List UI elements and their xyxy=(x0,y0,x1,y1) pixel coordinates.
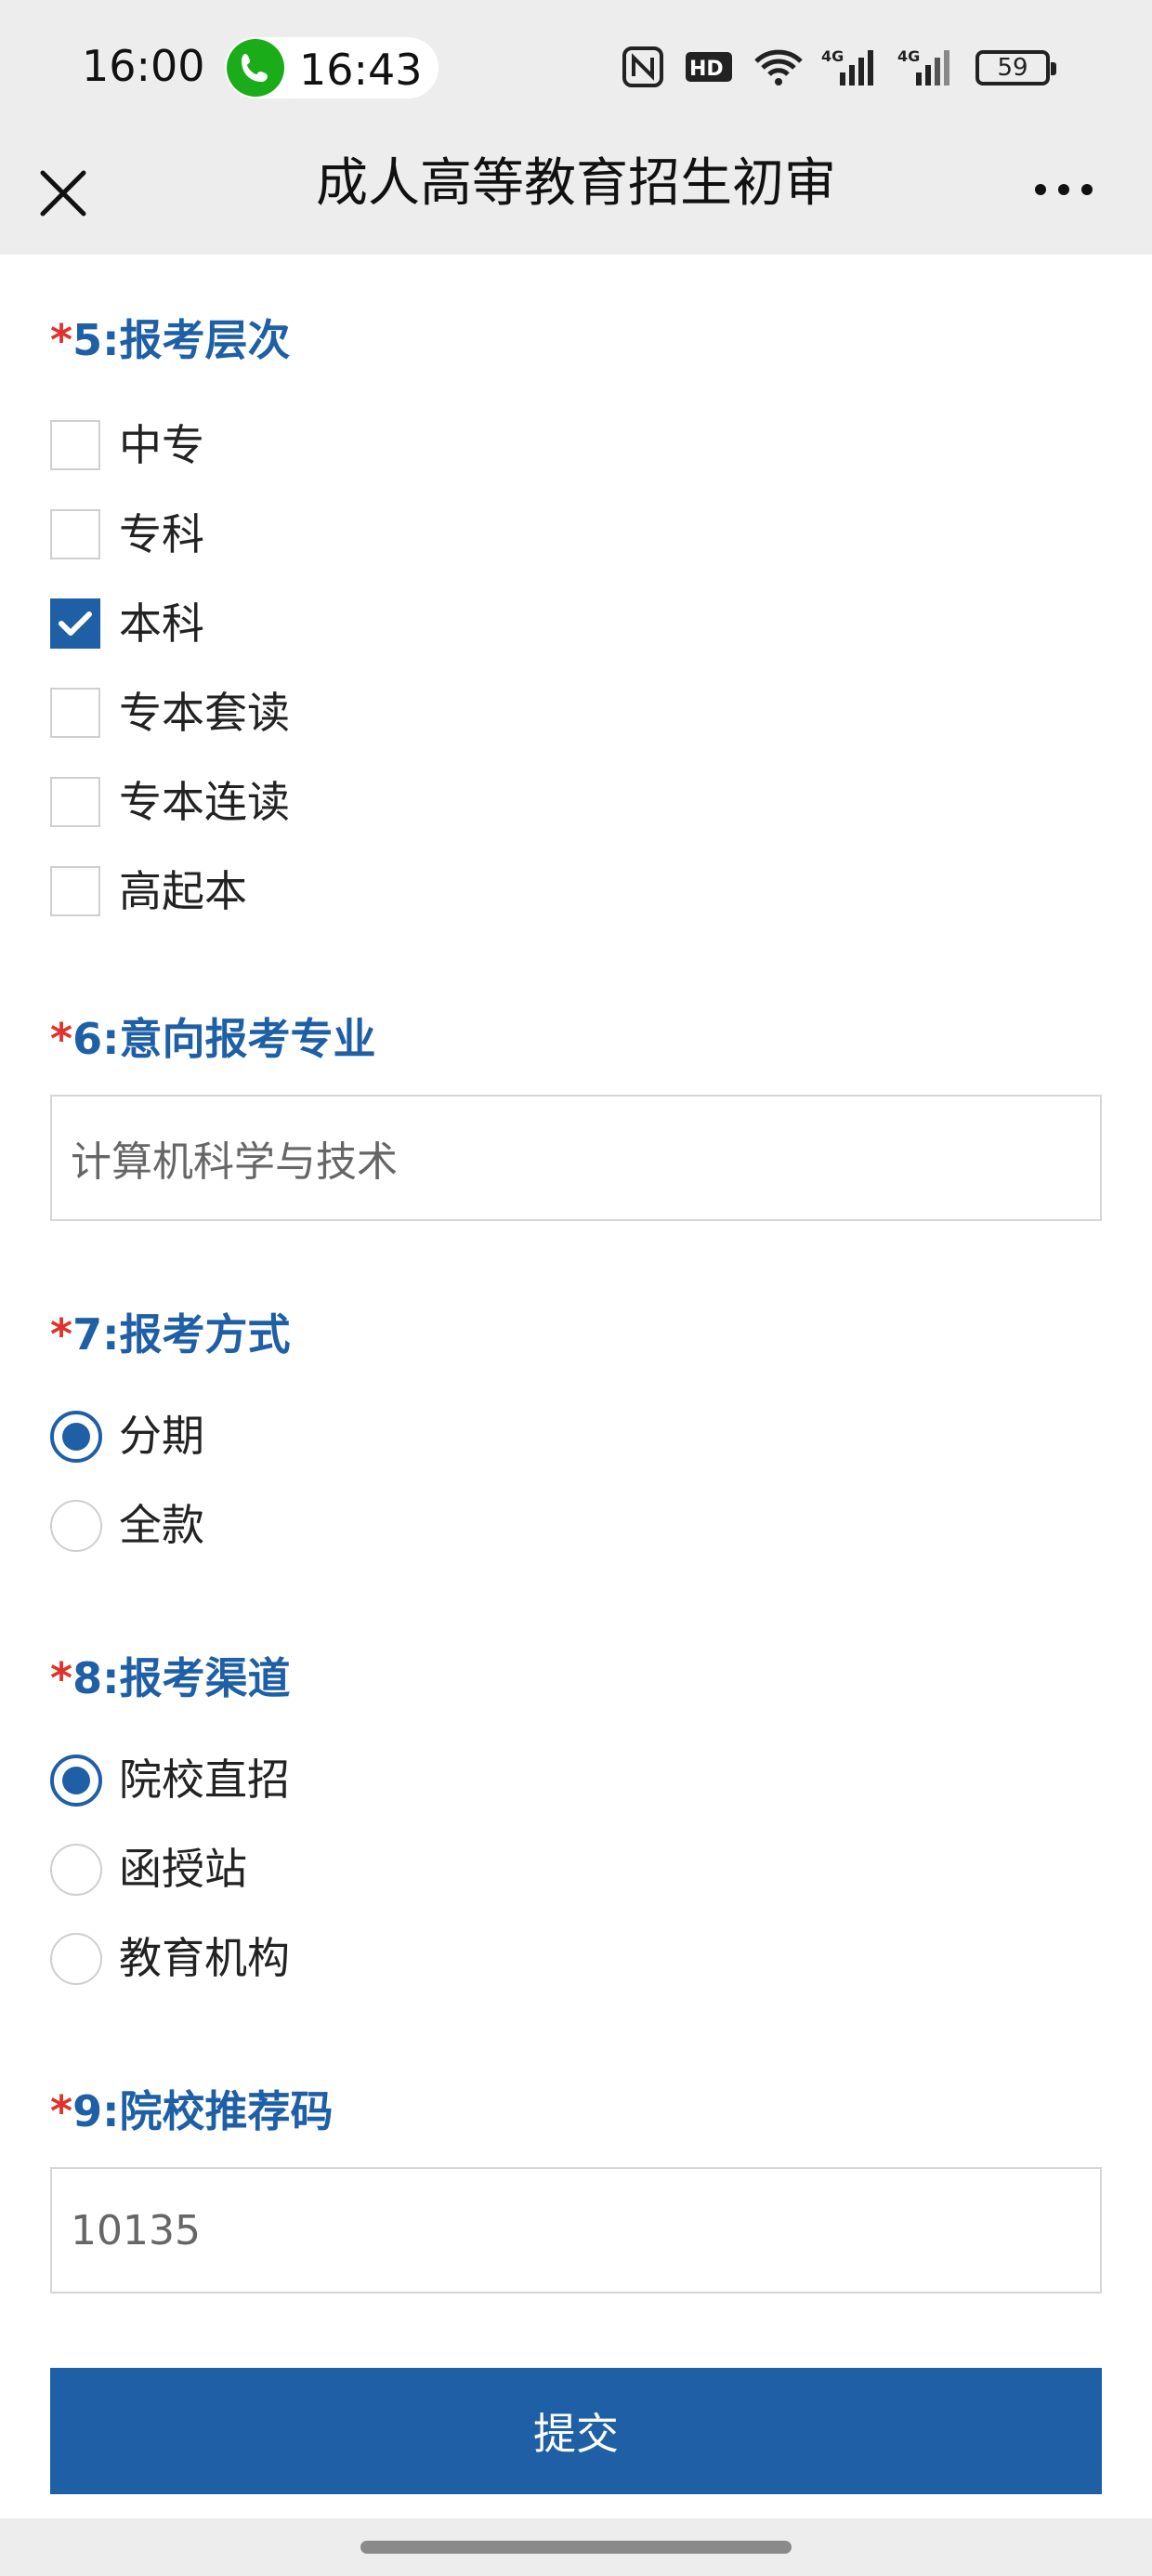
question-label: 7:报考方式 xyxy=(72,1309,291,1360)
status-icons: HD 4G 4G 59 xyxy=(622,46,1059,93)
required-star: * xyxy=(50,1653,73,1703)
svg-text:HD: HD xyxy=(689,58,724,81)
call-indicator[interactable]: 16:43 xyxy=(225,37,439,99)
checkbox[interactable] xyxy=(50,509,100,559)
option-label: 专本套读 xyxy=(119,688,290,738)
radio-option-fenqi[interactable]: 分期 xyxy=(50,1407,608,1463)
option-label: 专科 xyxy=(119,509,204,559)
question-label: 6:意向报考专业 xyxy=(72,1014,376,1064)
checkbox-option-zhuanke[interactable]: 专科 xyxy=(50,506,608,561)
checkbox-option-benke[interactable]: 本科 xyxy=(50,595,608,651)
more-icon[interactable] xyxy=(1031,171,1096,208)
question-9-title: *9:院校推荐码 xyxy=(50,2078,333,2139)
svg-text:4G: 4G xyxy=(897,47,920,65)
required-star: * xyxy=(50,1014,73,1064)
battery-indicator: 59 xyxy=(975,50,1056,85)
checkbox-option-gaoqiben[interactable]: 高起本 xyxy=(50,862,608,918)
question-6-title: *6:意向报考专业 xyxy=(50,1005,375,1067)
checkbox[interactable] xyxy=(50,420,100,470)
question-label: 8:报考渠道 xyxy=(72,1653,291,1703)
checkbox-checked[interactable] xyxy=(50,598,100,649)
option-label: 高起本 xyxy=(119,866,247,916)
radio-selected[interactable] xyxy=(50,1755,102,1807)
check-icon xyxy=(59,611,92,636)
checkbox-option-zhongzhuan[interactable]: 中专 xyxy=(50,416,608,472)
call-duration: 16:43 xyxy=(299,45,423,95)
home-bar xyxy=(0,2518,1152,2576)
status-bar: 16:00 16:43 HD 4G 4G 59 xyxy=(0,0,1152,138)
svg-text:4G: 4G xyxy=(821,47,844,65)
radio-option-quankuan[interactable]: 全款 xyxy=(50,1496,608,1552)
question-5-title: *5:报考层次 xyxy=(50,307,290,368)
signal-4g-icon: 4G xyxy=(897,46,949,91)
question-7-title: *7:报考方式 xyxy=(50,1301,290,1362)
required-star: * xyxy=(50,2086,73,2136)
option-label: 中专 xyxy=(119,420,204,470)
phone-icon xyxy=(227,39,284,97)
signal-4g-icon: 4G xyxy=(821,46,873,91)
option-label: 本科 xyxy=(119,598,204,649)
option-label: 专本连读 xyxy=(119,777,290,827)
wifi-icon xyxy=(753,46,805,91)
referral-code-input[interactable] xyxy=(50,2167,1102,2293)
page-title: 成人高等教育招生初审 xyxy=(316,153,836,214)
major-input[interactable] xyxy=(50,1095,1102,1221)
option-label: 教育机构 xyxy=(119,1933,290,1983)
radio[interactable] xyxy=(50,1933,102,1985)
hd-icon: HD xyxy=(684,46,734,91)
required-star: * xyxy=(50,315,73,365)
submit-button[interactable]: 提交 xyxy=(50,2368,1102,2494)
radio[interactable] xyxy=(50,1844,102,1896)
nav-bar: 成人高等教育招生初审 xyxy=(0,138,1152,255)
option-label: 院校直招 xyxy=(119,1755,290,1805)
home-indicator[interactable] xyxy=(360,2541,792,2554)
nfc-icon xyxy=(622,46,663,91)
required-star: * xyxy=(50,1309,73,1360)
checkbox-option-zhuanben-liandu[interactable]: 专本连读 xyxy=(50,773,608,829)
question-label: 9:院校推荐码 xyxy=(72,2086,334,2136)
checkbox[interactable] xyxy=(50,688,100,738)
checkbox-option-zhuanben-taodu[interactable]: 专本套读 xyxy=(50,684,608,740)
status-time: 16:00 xyxy=(82,41,205,91)
radio-option-yuanxiao-zhizhao[interactable]: 院校直招 xyxy=(50,1751,608,1807)
radio-option-hanshouzhan[interactable]: 函授站 xyxy=(50,1840,608,1896)
radio[interactable] xyxy=(50,1500,102,1552)
question-label: 5:报考层次 xyxy=(72,315,291,365)
option-label: 函授站 xyxy=(119,1844,247,1894)
radio-selected[interactable] xyxy=(50,1411,102,1463)
question-8-title: *8:报考渠道 xyxy=(50,1645,290,1706)
checkbox[interactable] xyxy=(50,866,100,916)
checkbox[interactable] xyxy=(50,777,100,827)
option-label: 全款 xyxy=(119,1500,204,1550)
option-label: 分期 xyxy=(119,1411,204,1461)
radio-option-jiaoyu-jigou[interactable]: 教育机构 xyxy=(50,1929,608,1985)
